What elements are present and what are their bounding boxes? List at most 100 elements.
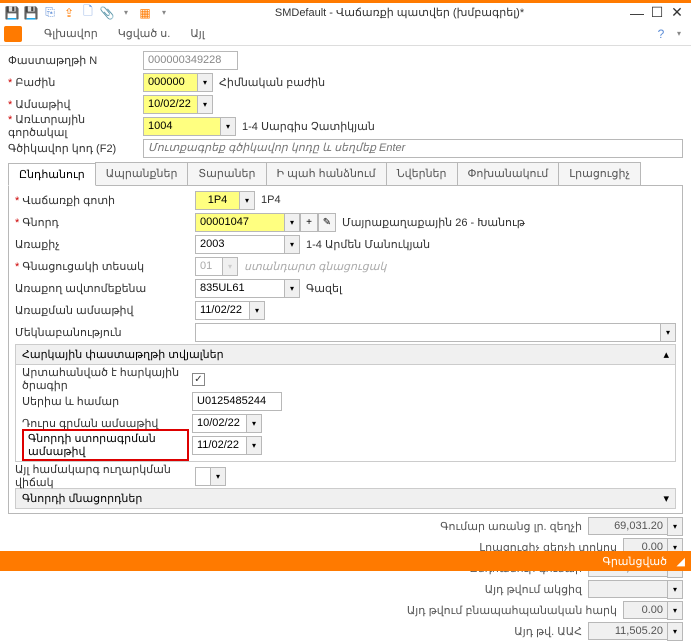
t4-value xyxy=(588,580,668,598)
t1-value: 69,031.20 xyxy=(588,517,668,535)
pricetype-text: ստանդարտ գնացուցակ xyxy=(244,260,386,273)
outdate-label: Դուրս գրման ամսաթիվ xyxy=(22,417,192,430)
buyer-label: Գնորդ xyxy=(15,216,195,229)
outdate-field[interactable] xyxy=(192,414,247,433)
pricetype-dd: ▾ xyxy=(222,257,238,276)
supplydate-label: Գնորդի ստորագրման ամսաթիվ xyxy=(22,429,189,461)
car-dd[interactable]: ▾ xyxy=(284,279,300,298)
grid-dd-icon[interactable]: ▾ xyxy=(156,5,172,21)
agent-field[interactable] xyxy=(143,117,221,136)
menubar: Գլխավոր Կցված ս. Այլ ? ▾ xyxy=(0,22,691,46)
copy-icon[interactable]: ⎘ xyxy=(42,5,58,21)
section-dd[interactable]: ▾ xyxy=(197,73,213,92)
pricetype-label: Գնացուցակի տեսակ xyxy=(15,260,195,273)
t6-label: Այդ թվ. ԱԱՀ xyxy=(514,625,582,638)
docnum-label: Փաստաթղթի N xyxy=(8,54,143,67)
buyer-edit[interactable]: ✎ xyxy=(318,213,336,232)
resize-grip-icon[interactable]: ◢ xyxy=(677,555,685,568)
t5-dd[interactable]: ▾ xyxy=(667,601,683,620)
maximize-button[interactable]: ☐ xyxy=(647,5,667,21)
buyer-add[interactable]: + xyxy=(300,213,318,232)
collapse-up-icon: ▴ xyxy=(663,348,669,361)
group-label: Վաճառքի գոտի xyxy=(15,194,195,207)
tab-consign[interactable]: Ի պահ հանձնում xyxy=(266,162,387,185)
scan-field[interactable] xyxy=(143,139,683,158)
buyer-dd[interactable]: ▾ xyxy=(284,213,300,232)
car-field[interactable] xyxy=(195,279,285,298)
save2-icon[interactable]: 💾 xyxy=(23,5,39,21)
date-label: Ամսաթիվ xyxy=(8,98,143,111)
section-text: Հիմնական բաժին xyxy=(219,76,325,89)
shipdate-field[interactable] xyxy=(195,301,250,320)
scan-label: Գծիկավոր կոդ (F2) xyxy=(8,142,143,155)
dealer-dd[interactable]: ▾ xyxy=(284,235,300,254)
tax-section-body: Արտահանված է հարկային ծրագիր ✓ Սերիա և հ… xyxy=(15,365,676,462)
agent-text: 1-4 Սարգիս Չատիկյան xyxy=(242,120,375,133)
tabs: Ընդհանուր Ապրանքներ Տարաներ Ի պահ հանձնո… xyxy=(8,162,683,186)
minimize-button[interactable]: — xyxy=(627,5,647,21)
attach-dd-icon[interactable]: ▾ xyxy=(118,5,134,21)
titlebar: 💾 💾 ⎘ ⇪ 🗋 📎 ▾ ▦ ▾ SMDefault - Վաճառքի պա… xyxy=(0,0,691,22)
tax-header-label: Հարկային փաստաթղթի տվյալներ xyxy=(22,348,224,361)
t6-value: 11,505.20 xyxy=(588,622,668,640)
supplydate-field[interactable] xyxy=(192,436,247,455)
comment-dd[interactable]: ▾ xyxy=(660,323,676,342)
menu-other[interactable]: Այլ xyxy=(180,24,214,43)
return-field[interactable] xyxy=(195,467,211,486)
tab-content: Վաճառքի գոտի ▾ 1P4 Գնորդ ▾ + ✎ Մայրաքաղա… xyxy=(8,186,683,514)
dealer-text: 1-4 Արմեն Մանուկյան xyxy=(306,238,430,251)
tab-containers[interactable]: Տարաներ xyxy=(187,162,266,185)
close-button[interactable]: ✕ xyxy=(667,5,687,21)
section-label: Բաժին xyxy=(8,76,143,89)
toolbar-icons: 💾 💾 ⎘ ⇪ 🗋 📎 ▾ ▦ ▾ xyxy=(4,5,172,21)
tab-gifts[interactable]: Նվերներ xyxy=(386,162,458,185)
tax-section-header[interactable]: Հարկային փաստաթղթի տվյալներ ▴ xyxy=(15,344,676,365)
group-dd[interactable]: ▾ xyxy=(239,191,255,210)
date-dd[interactable]: ▾ xyxy=(197,95,213,114)
date-field[interactable] xyxy=(143,95,198,114)
status-text: Գրանցված xyxy=(603,555,667,568)
dealer-field[interactable] xyxy=(195,235,285,254)
app-badge xyxy=(4,26,22,42)
sync-checkbox[interactable]: ✓ xyxy=(192,373,205,386)
tab-exchange[interactable]: Փոխանակում xyxy=(457,162,560,185)
menu-dd-icon[interactable]: ▾ xyxy=(671,26,687,42)
return-dd[interactable]: ▾ xyxy=(210,467,226,486)
menu-attach[interactable]: Կցված ս. xyxy=(108,24,181,43)
export-icon[interactable]: ⇪ xyxy=(61,5,77,21)
window-title: SMDefault - Վաճառքի պատվեր (խմբագրել)* xyxy=(172,6,627,19)
new-icon[interactable]: 🗋 xyxy=(80,5,96,21)
help-icon[interactable]: ? xyxy=(653,26,669,42)
remains-label: Գնորդի մնացորդներ xyxy=(22,492,142,505)
header-form: Փաստաթղթի N Բաժին ▾ Հիմնական բաժին Ամսաթ… xyxy=(0,46,691,514)
dealer-label: Առաքիչ xyxy=(15,238,195,251)
group-field[interactable] xyxy=(195,191,240,210)
serial-field[interactable] xyxy=(192,392,282,411)
docnum-field xyxy=(143,51,238,70)
t1-label: Գումար առանց լր. զեղչի xyxy=(440,520,582,533)
tab-additional[interactable]: Լրացուցիչ xyxy=(558,162,641,185)
t1-dd[interactable]: ▾ xyxy=(667,517,683,536)
section-field[interactable] xyxy=(143,73,198,92)
agent-dd[interactable]: ▾ xyxy=(220,117,236,136)
t5-label: Այդ թվում բնապահպանական հարկ xyxy=(407,604,617,617)
t4-label: Այդ թվում ակցիզ xyxy=(485,583,582,596)
attach-icon[interactable]: 📎 xyxy=(99,5,115,21)
tab-general[interactable]: Ընդհանուր xyxy=(8,163,96,186)
remains-section-header[interactable]: Գնորդի մնացորդներ ▾ xyxy=(15,488,676,509)
save-icon[interactable]: 💾 xyxy=(4,5,20,21)
shipdate-dd[interactable]: ▾ xyxy=(249,301,265,320)
menu-main[interactable]: Գլխավոր xyxy=(34,24,108,43)
tab-products[interactable]: Ապրանքներ xyxy=(95,162,189,185)
return-label: Այլ համակարգ ուղարկման վիճակ xyxy=(15,463,195,489)
supplydate-dd[interactable]: ▾ xyxy=(246,436,262,455)
t6-dd[interactable]: ▾ xyxy=(667,622,683,641)
comment-field[interactable] xyxy=(195,323,661,342)
t4-dd[interactable]: ▾ xyxy=(667,580,683,599)
outdate-dd[interactable]: ▾ xyxy=(246,414,262,433)
grid-icon[interactable]: ▦ xyxy=(137,5,153,21)
buyer-field[interactable] xyxy=(195,213,285,232)
pricetype-field xyxy=(195,257,223,276)
comment-label: Մեկնաբանություն xyxy=(15,326,195,339)
serial-label: Սերիա և համար xyxy=(22,395,192,408)
